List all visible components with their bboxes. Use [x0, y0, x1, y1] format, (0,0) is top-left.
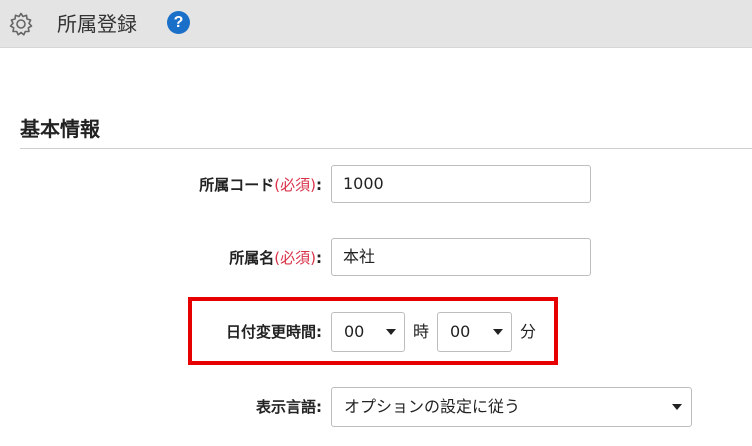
label-colon: :: [316, 176, 322, 194]
language-label-text: 表示言語: [255, 398, 316, 416]
chevron-down-icon: [672, 404, 682, 410]
required-marker: (必須): [274, 249, 316, 267]
gear-icon[interactable]: [8, 11, 34, 37]
name-label-text: 所属名: [229, 249, 275, 267]
required-marker: (必須): [274, 176, 316, 194]
code-label-text: 所属コード: [199, 176, 275, 194]
code-label: 所属コード(必須):: [199, 175, 322, 195]
language-label: 表示言語:: [256, 397, 322, 417]
question-circle-icon[interactable]: ?: [167, 11, 190, 34]
label-colon: :: [316, 398, 322, 416]
name-input[interactable]: 本社: [331, 238, 591, 276]
label-colon: :: [316, 249, 322, 267]
highlight-box: [188, 297, 558, 365]
section-title-basic-info: 基本情報: [20, 117, 100, 141]
section-divider: [20, 148, 752, 149]
language-select[interactable]: オプションの設定に従う: [331, 387, 692, 427]
code-input[interactable]: 1000: [331, 165, 591, 203]
page-title: 所属登録: [57, 12, 137, 36]
name-label: 所属名(必須):: [229, 248, 322, 268]
language-select-value: オプションの設定に従う: [344, 397, 521, 416]
title-bar: 所属登録 ?: [0, 0, 752, 48]
